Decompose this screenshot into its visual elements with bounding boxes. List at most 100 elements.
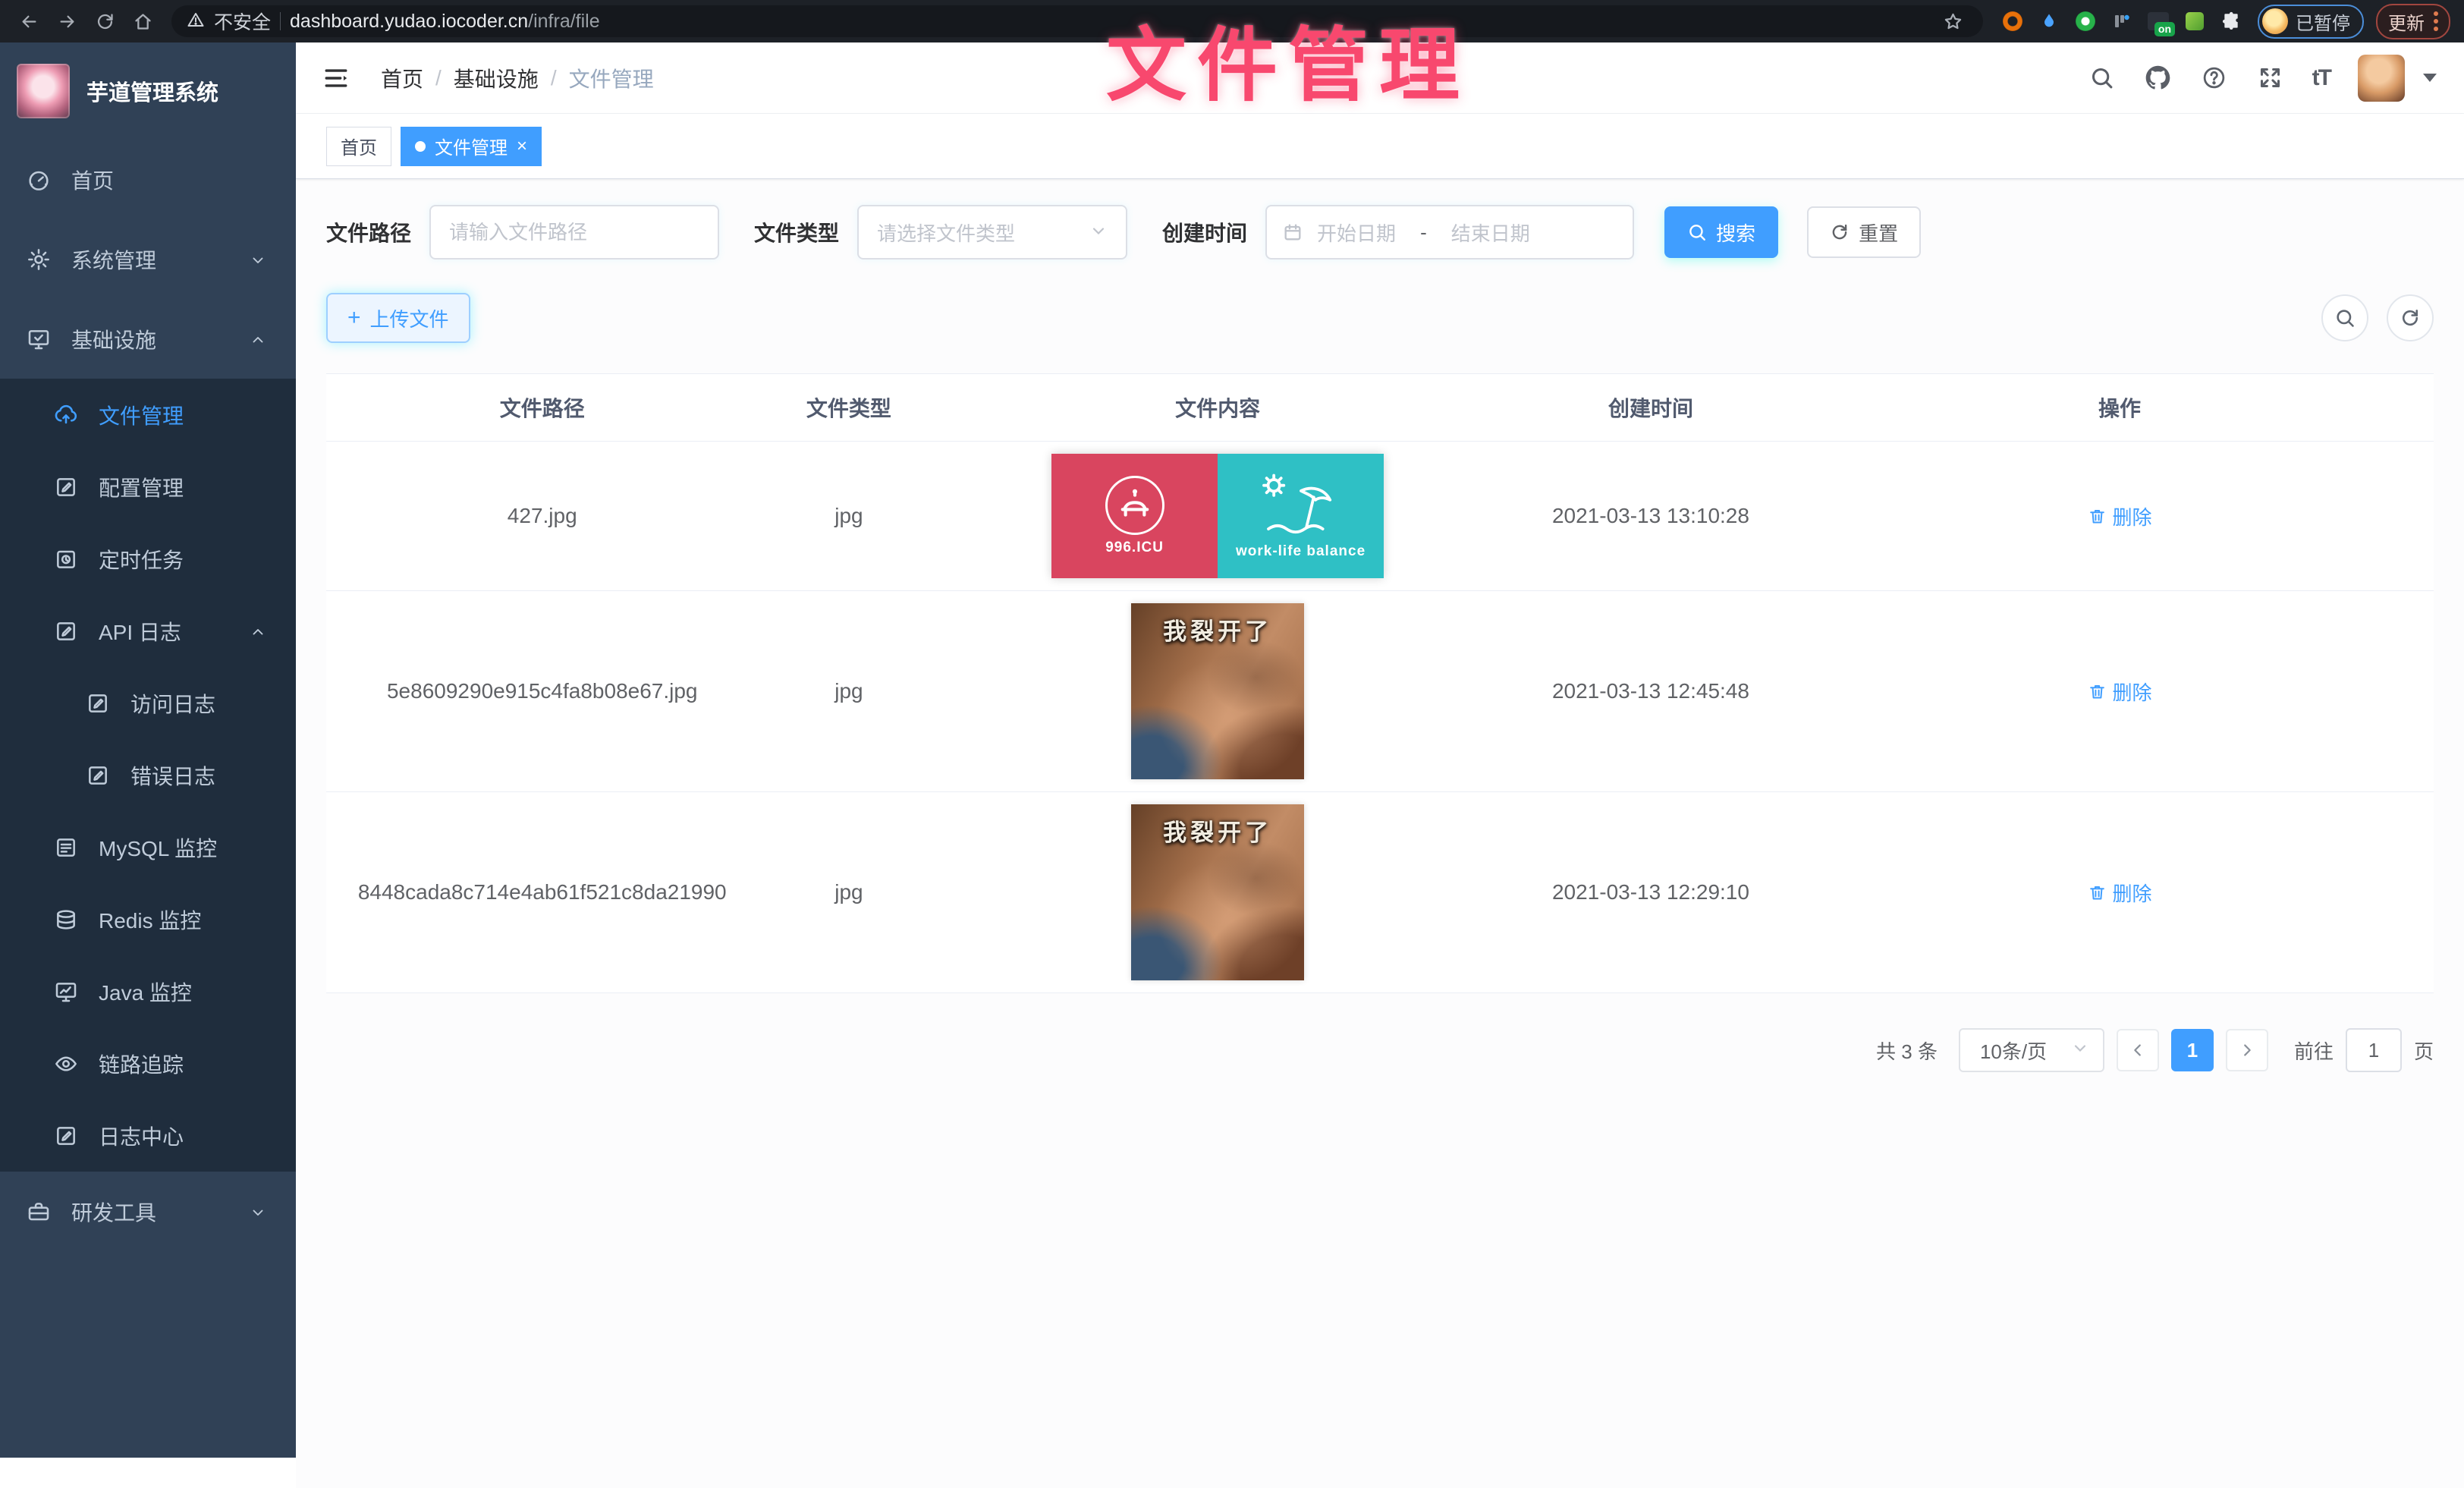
- navbar-actions: tT: [2088, 55, 2437, 102]
- page-size-select[interactable]: 10条/页: [1959, 1028, 2104, 1072]
- user-avatar[interactable]: [2358, 55, 2405, 102]
- cell-file-type: jpg: [758, 667, 939, 716]
- gear-icon: [26, 247, 52, 272]
- start-date-placeholder: 开始日期: [1317, 219, 1396, 247]
- extensions-puzzle-icon[interactable]: [2215, 5, 2247, 37]
- browser-profile-avatar: [2262, 8, 2288, 34]
- extension-green-ring-icon[interactable]: [2070, 5, 2101, 37]
- create-time-label: 创建时间: [1162, 217, 1247, 247]
- omnibox-divider: [280, 12, 281, 30]
- sidebar-item-trace[interactable]: 链路追踪: [0, 1027, 296, 1099]
- beach-umbrella-icon: [1256, 473, 1347, 543]
- column-header: 文件路径: [326, 374, 758, 441]
- font-size-icon[interactable]: tT: [2312, 65, 2330, 91]
- prev-page-button[interactable]: [2117, 1029, 2159, 1071]
- sidebar-item-system[interactable]: 系统管理: [0, 219, 296, 299]
- breadcrumb: 首页 / 基础设施 / 文件管理: [381, 63, 654, 93]
- tags-view: 首页文件管理×: [296, 114, 2464, 179]
- browser-menu-icon[interactable]: [2434, 11, 2438, 31]
- browser-update-button[interactable]: 更新: [2376, 4, 2450, 39]
- delete-button[interactable]: 删除: [2088, 879, 2152, 907]
- extension-orange-icon[interactable]: [1997, 5, 2029, 37]
- next-page-button[interactable]: [2226, 1029, 2268, 1071]
- sidebar-item-log-center[interactable]: 日志中心: [0, 1099, 296, 1172]
- cell-file-content: 我裂开了: [939, 792, 1495, 993]
- calendar-icon: [1282, 222, 1303, 243]
- github-icon[interactable]: [2144, 64, 2173, 93]
- tag-home[interactable]: 首页: [326, 127, 391, 166]
- toggle-search-button[interactable]: [2321, 294, 2368, 341]
- bookmark-star-icon[interactable]: [1938, 6, 1968, 36]
- server-icon: [53, 835, 79, 860]
- back-icon[interactable]: [14, 6, 44, 36]
- profile-paused-pill[interactable]: 已暂停: [2258, 5, 2364, 39]
- breadcrumb-infra[interactable]: 基础设施: [454, 63, 539, 93]
- sidebar-item-file[interactable]: 文件管理: [0, 379, 296, 451]
- cell-created-time: 2021-03-13 12:29:10: [1496, 868, 1806, 917]
- sidebar-item-api-log[interactable]: API 日志: [0, 595, 296, 667]
- chevron-down-icon: [249, 250, 267, 269]
- sidebar-item-infra[interactable]: 基础设施: [0, 299, 296, 379]
- cell-created-time: 2021-03-13 12:45:48: [1496, 667, 1806, 716]
- file-preview-baby-meme[interactable]: 我裂开了: [1131, 804, 1304, 980]
- goto-label: 前往: [2294, 1037, 2334, 1065]
- date-range-picker[interactable]: 开始日期 - 结束日期: [1265, 205, 1634, 260]
- sidebar-item-home[interactable]: 首页: [0, 140, 296, 219]
- search-icon[interactable]: [2088, 64, 2117, 93]
- sidebar-item-redis[interactable]: Redis 监控: [0, 883, 296, 955]
- trash-icon: [2088, 507, 2107, 526]
- hamburger-icon[interactable]: [323, 62, 355, 94]
- column-header: 文件类型: [758, 374, 939, 441]
- home-icon[interactable]: [127, 6, 158, 36]
- sidebar-item-access-log[interactable]: 访问日志: [0, 667, 296, 739]
- help-icon[interactable]: [2200, 64, 2229, 93]
- delete-button[interactable]: 删除: [2088, 502, 2152, 530]
- app-logo[interactable]: 芋道管理系统: [0, 42, 296, 140]
- file-path-label: 文件路径: [326, 217, 411, 247]
- reset-button[interactable]: 重置: [1807, 206, 1921, 258]
- cell-file-content: 我裂开了: [939, 591, 1495, 791]
- end-date-placeholder: 结束日期: [1451, 219, 1530, 247]
- delete-button[interactable]: 删除: [2088, 678, 2152, 706]
- plus-icon: +: [347, 307, 361, 329]
- breadcrumb-home[interactable]: 首页: [381, 63, 423, 93]
- refresh-button[interactable]: [2387, 294, 2434, 341]
- sidebar-item-config[interactable]: 配置管理: [0, 451, 296, 523]
- extension-on-badge-icon[interactable]: on: [2142, 5, 2174, 37]
- file-preview-baby-meme[interactable]: 我裂开了: [1131, 603, 1304, 779]
- close-icon[interactable]: ×: [517, 137, 527, 156]
- breadcrumb-current: 文件管理: [569, 63, 654, 93]
- page-number-button[interactable]: 1: [2171, 1029, 2214, 1071]
- page-unit-label: 页: [2414, 1037, 2434, 1065]
- sidebar-item-mysql[interactable]: MySQL 监控: [0, 811, 296, 883]
- sidebar-item-error-log[interactable]: 错误日志: [0, 739, 296, 811]
- edit-icon: [53, 618, 79, 644]
- forward-icon[interactable]: [52, 6, 82, 36]
- tag-current[interactable]: 文件管理×: [401, 127, 542, 166]
- extension-drop-icon[interactable]: [2033, 5, 2065, 37]
- address-bar[interactable]: 不安全 dashboard.yudao.iocoder.cn/infra/fil…: [171, 5, 1983, 37]
- table-row: 8448cada8c714e4ab61f521c8da21990jpg 我裂开了…: [326, 792, 2434, 993]
- extensions-row: on 已暂停 更新: [1997, 4, 2450, 39]
- file-preview-996-banner[interactable]: 996.ICU work-life balance: [1051, 454, 1384, 578]
- file-path-input[interactable]: [429, 205, 719, 260]
- cell-created-time: 2021-03-13 13:10:28: [1496, 492, 1806, 540]
- upload-file-button[interactable]: + 上传文件: [326, 293, 470, 343]
- goto-page-input[interactable]: [2346, 1028, 2402, 1072]
- page-content: 文件路径 文件类型 请选择文件类型 创建时间 开始日期: [296, 179, 2464, 1488]
- extension-leaf-icon[interactable]: [2179, 5, 2211, 37]
- extension-grid-icon[interactable]: [2106, 5, 2138, 37]
- database-icon: [53, 907, 79, 933]
- chevron-down-icon[interactable]: [2423, 74, 2437, 82]
- sidebar-item-job[interactable]: 定时任务: [0, 523, 296, 595]
- eye-icon: [53, 1051, 79, 1077]
- reload-icon[interactable]: [90, 6, 120, 36]
- search-button[interactable]: 搜索: [1664, 206, 1778, 258]
- sidebar-item-java[interactable]: Java 监控: [0, 955, 296, 1027]
- sidebar-item-devtool[interactable]: 研发工具: [0, 1172, 296, 1251]
- file-type-select[interactable]: 请选择文件类型: [857, 205, 1127, 260]
- cell-file-content: 996.ICU work-life balance: [939, 442, 1495, 590]
- file-type-label: 文件类型: [754, 217, 839, 247]
- not-secure-icon: [187, 11, 205, 33]
- fullscreen-icon[interactable]: [2256, 64, 2285, 93]
